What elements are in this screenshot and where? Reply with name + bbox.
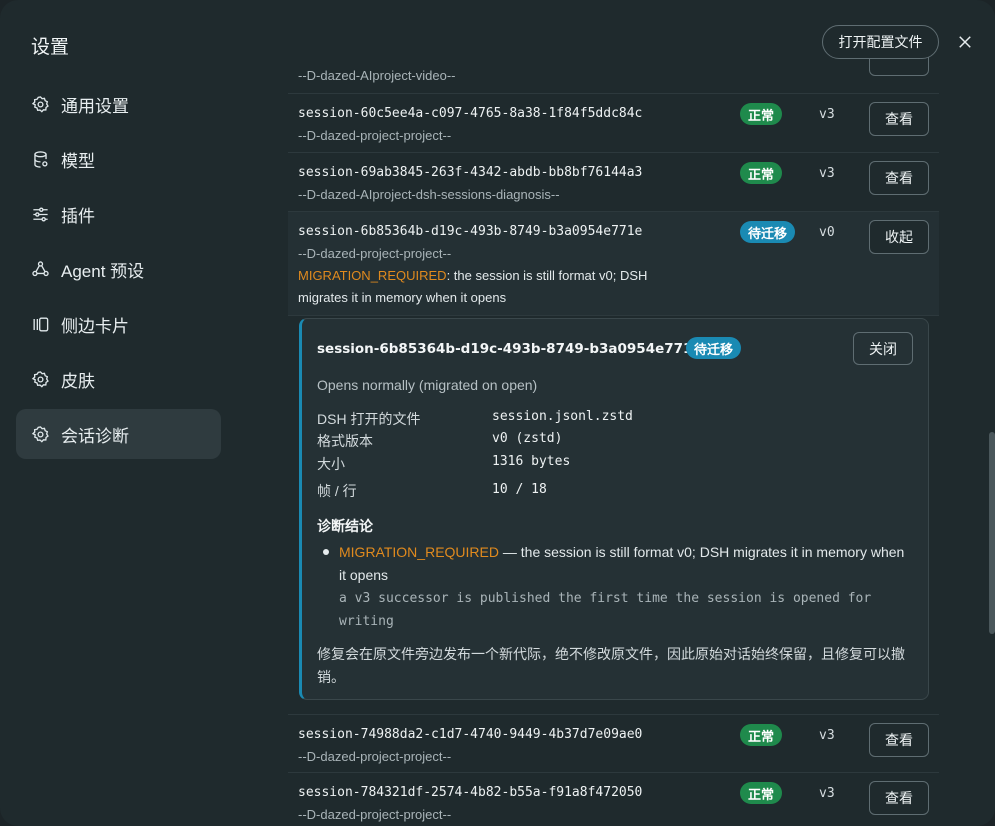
diagnosis-heading: 诊断结论 [317, 518, 373, 534]
detail-subtitle: Opens normally (migrated on open) [317, 377, 538, 393]
panel-icon [31, 315, 50, 334]
sidebar-item-plugins[interactable]: 插件 [16, 189, 221, 239]
diagnosis-detail: a v3 successor is published the first ti… [339, 591, 872, 629]
bullet-icon [323, 549, 329, 555]
sidebar-item-session-diagnosis[interactable]: 会话诊断 [16, 409, 221, 459]
database-icon [31, 150, 50, 169]
settings-sidebar: 设置 通用设置 模型 插件 Agent 预设 侧边卡片 皮肤 会话诊断 [0, 0, 240, 826]
view-button[interactable]: 查看 [869, 161, 929, 195]
session-path: --D-dazed-project-project-- [298, 749, 452, 764]
sidebar-item-label: 插件 [61, 206, 95, 226]
format-version: v3 [819, 728, 835, 743]
sidebar-item-general[interactable]: 通用设置 [16, 79, 221, 129]
session-list[interactable]: --D-dazed-AIproject-video-- session-60c5… [288, 0, 939, 826]
warning-code: MIGRATION_REQUIRED [298, 268, 447, 283]
sidebar-item-label: 皮肤 [61, 371, 95, 391]
session-detail-panel: session-6b85364b-d19c-493b-8749-b3a0954e… [299, 318, 929, 700]
sidebar-item-label: 模型 [61, 151, 95, 171]
migration-warning: MIGRATION_REQUIRED: the session is still… [298, 265, 698, 309]
format-version: v3 [819, 166, 835, 181]
format-version: v3 [819, 107, 835, 122]
status-badge: 正常 [740, 782, 783, 804]
fix-note: 修复会在原文件旁边发布一个新代际，绝不修改原文件，因此原始对话始终保留，且修复可… [317, 646, 905, 685]
sidebar-item-models[interactable]: 模型 [16, 134, 221, 184]
status-badge: 正常 [740, 724, 783, 746]
agent-icon [31, 260, 50, 279]
modal-title: 设置 [31, 37, 70, 58]
settings-modal: 设置 通用设置 模型 插件 Agent 预设 侧边卡片 皮肤 会话诊断 --D-… [0, 0, 995, 826]
view-button[interactable]: 查看 [869, 781, 929, 815]
field-value: 10 / 18 [492, 482, 547, 497]
gear-icon [31, 370, 50, 389]
sliders-icon [31, 205, 50, 224]
diagnosis-text: MIGRATION_REQUIRED — the session is stil… [339, 541, 909, 587]
collapse-button[interactable]: 收起 [869, 220, 929, 254]
session-path: --D-dazed-AIproject-video-- [298, 68, 456, 83]
sidebar-item-agent-presets[interactable]: Agent 预设 [16, 244, 221, 294]
session-path: --D-dazed-project-project-- [298, 128, 452, 143]
format-version: v0 [819, 225, 835, 240]
field-label: 大小 [317, 456, 345, 472]
close-detail-button[interactable]: 关闭 [853, 332, 913, 365]
table-row: session-60c5ee4a-c097-4765-8a38-1f84f5dd… [288, 94, 939, 153]
session-path: --D-dazed-project-project-- [298, 807, 452, 822]
sidebar-item-label: 侧边卡片 [61, 316, 129, 336]
session-id: session-6b85364b-d19c-493b-8749-b3a0954e… [298, 224, 643, 239]
status-badge: 正常 [740, 162, 783, 184]
field-label: 格式版本 [317, 433, 373, 449]
gear-icon [31, 425, 50, 444]
session-id: session-69ab3845-263f-4342-abdb-bb8bf761… [298, 165, 643, 180]
field-value: session.jsonl.zstd [492, 409, 633, 424]
session-id: session-74988da2-c1d7-4740-9449-4b37d7e0… [298, 727, 643, 742]
format-version: v3 [819, 786, 835, 801]
session-path: --D-dazed-AIproject-dsh-sessions-diagnos… [298, 187, 560, 202]
status-badge: 正常 [740, 103, 783, 125]
diagnosis-code: MIGRATION_REQUIRED [339, 544, 499, 560]
view-button[interactable]: 查看 [869, 102, 929, 136]
field-label: DSH 打开的文件 [317, 411, 421, 427]
status-badge: 待迁移 [686, 337, 742, 359]
session-id: session-60c5ee4a-c097-4765-8a38-1f84f5dd… [298, 106, 643, 121]
sidebar-item-label: 通用设置 [61, 96, 129, 116]
sidebar-item-label: 会话诊断 [61, 426, 129, 446]
table-row-expanded: session-6b85364b-d19c-493b-8749-b3a0954e… [288, 212, 939, 316]
session-id: session-784321df-2574-4b82-b55a-f91a8f47… [298, 785, 643, 800]
detail-title: session-6b85364b-d19c-493b-8749-b3a0954e… [317, 341, 702, 357]
open-config-button[interactable]: 打开配置文件 [822, 25, 939, 59]
table-row: session-784321df-2574-4b82-b55a-f91a8f47… [288, 773, 939, 826]
status-badge: 待迁移 [740, 221, 796, 243]
close-icon[interactable] [953, 30, 977, 54]
sidebar-item-skins[interactable]: 皮肤 [16, 354, 221, 404]
settings-nav: 通用设置 模型 插件 Agent 预设 侧边卡片 皮肤 会话诊断 [16, 79, 221, 464]
field-value: 1316 bytes [492, 454, 571, 469]
sidebar-item-side-cards[interactable]: 侧边卡片 [16, 299, 221, 349]
field-value: v0 (zstd) [492, 431, 563, 446]
session-path: --D-dazed-project-project-- [298, 246, 452, 261]
view-button[interactable]: 查看 [869, 723, 929, 757]
scrollbar-thumb[interactable] [989, 432, 995, 634]
table-row: session-69ab3845-263f-4342-abdb-bb8bf761… [288, 153, 939, 212]
gear-icon [31, 95, 50, 114]
field-label: 帧 / 行 [317, 483, 357, 499]
sidebar-item-label: Agent 预设 [61, 261, 145, 281]
table-row: session-74988da2-c1d7-4740-9449-4b37d7e0… [288, 714, 939, 773]
